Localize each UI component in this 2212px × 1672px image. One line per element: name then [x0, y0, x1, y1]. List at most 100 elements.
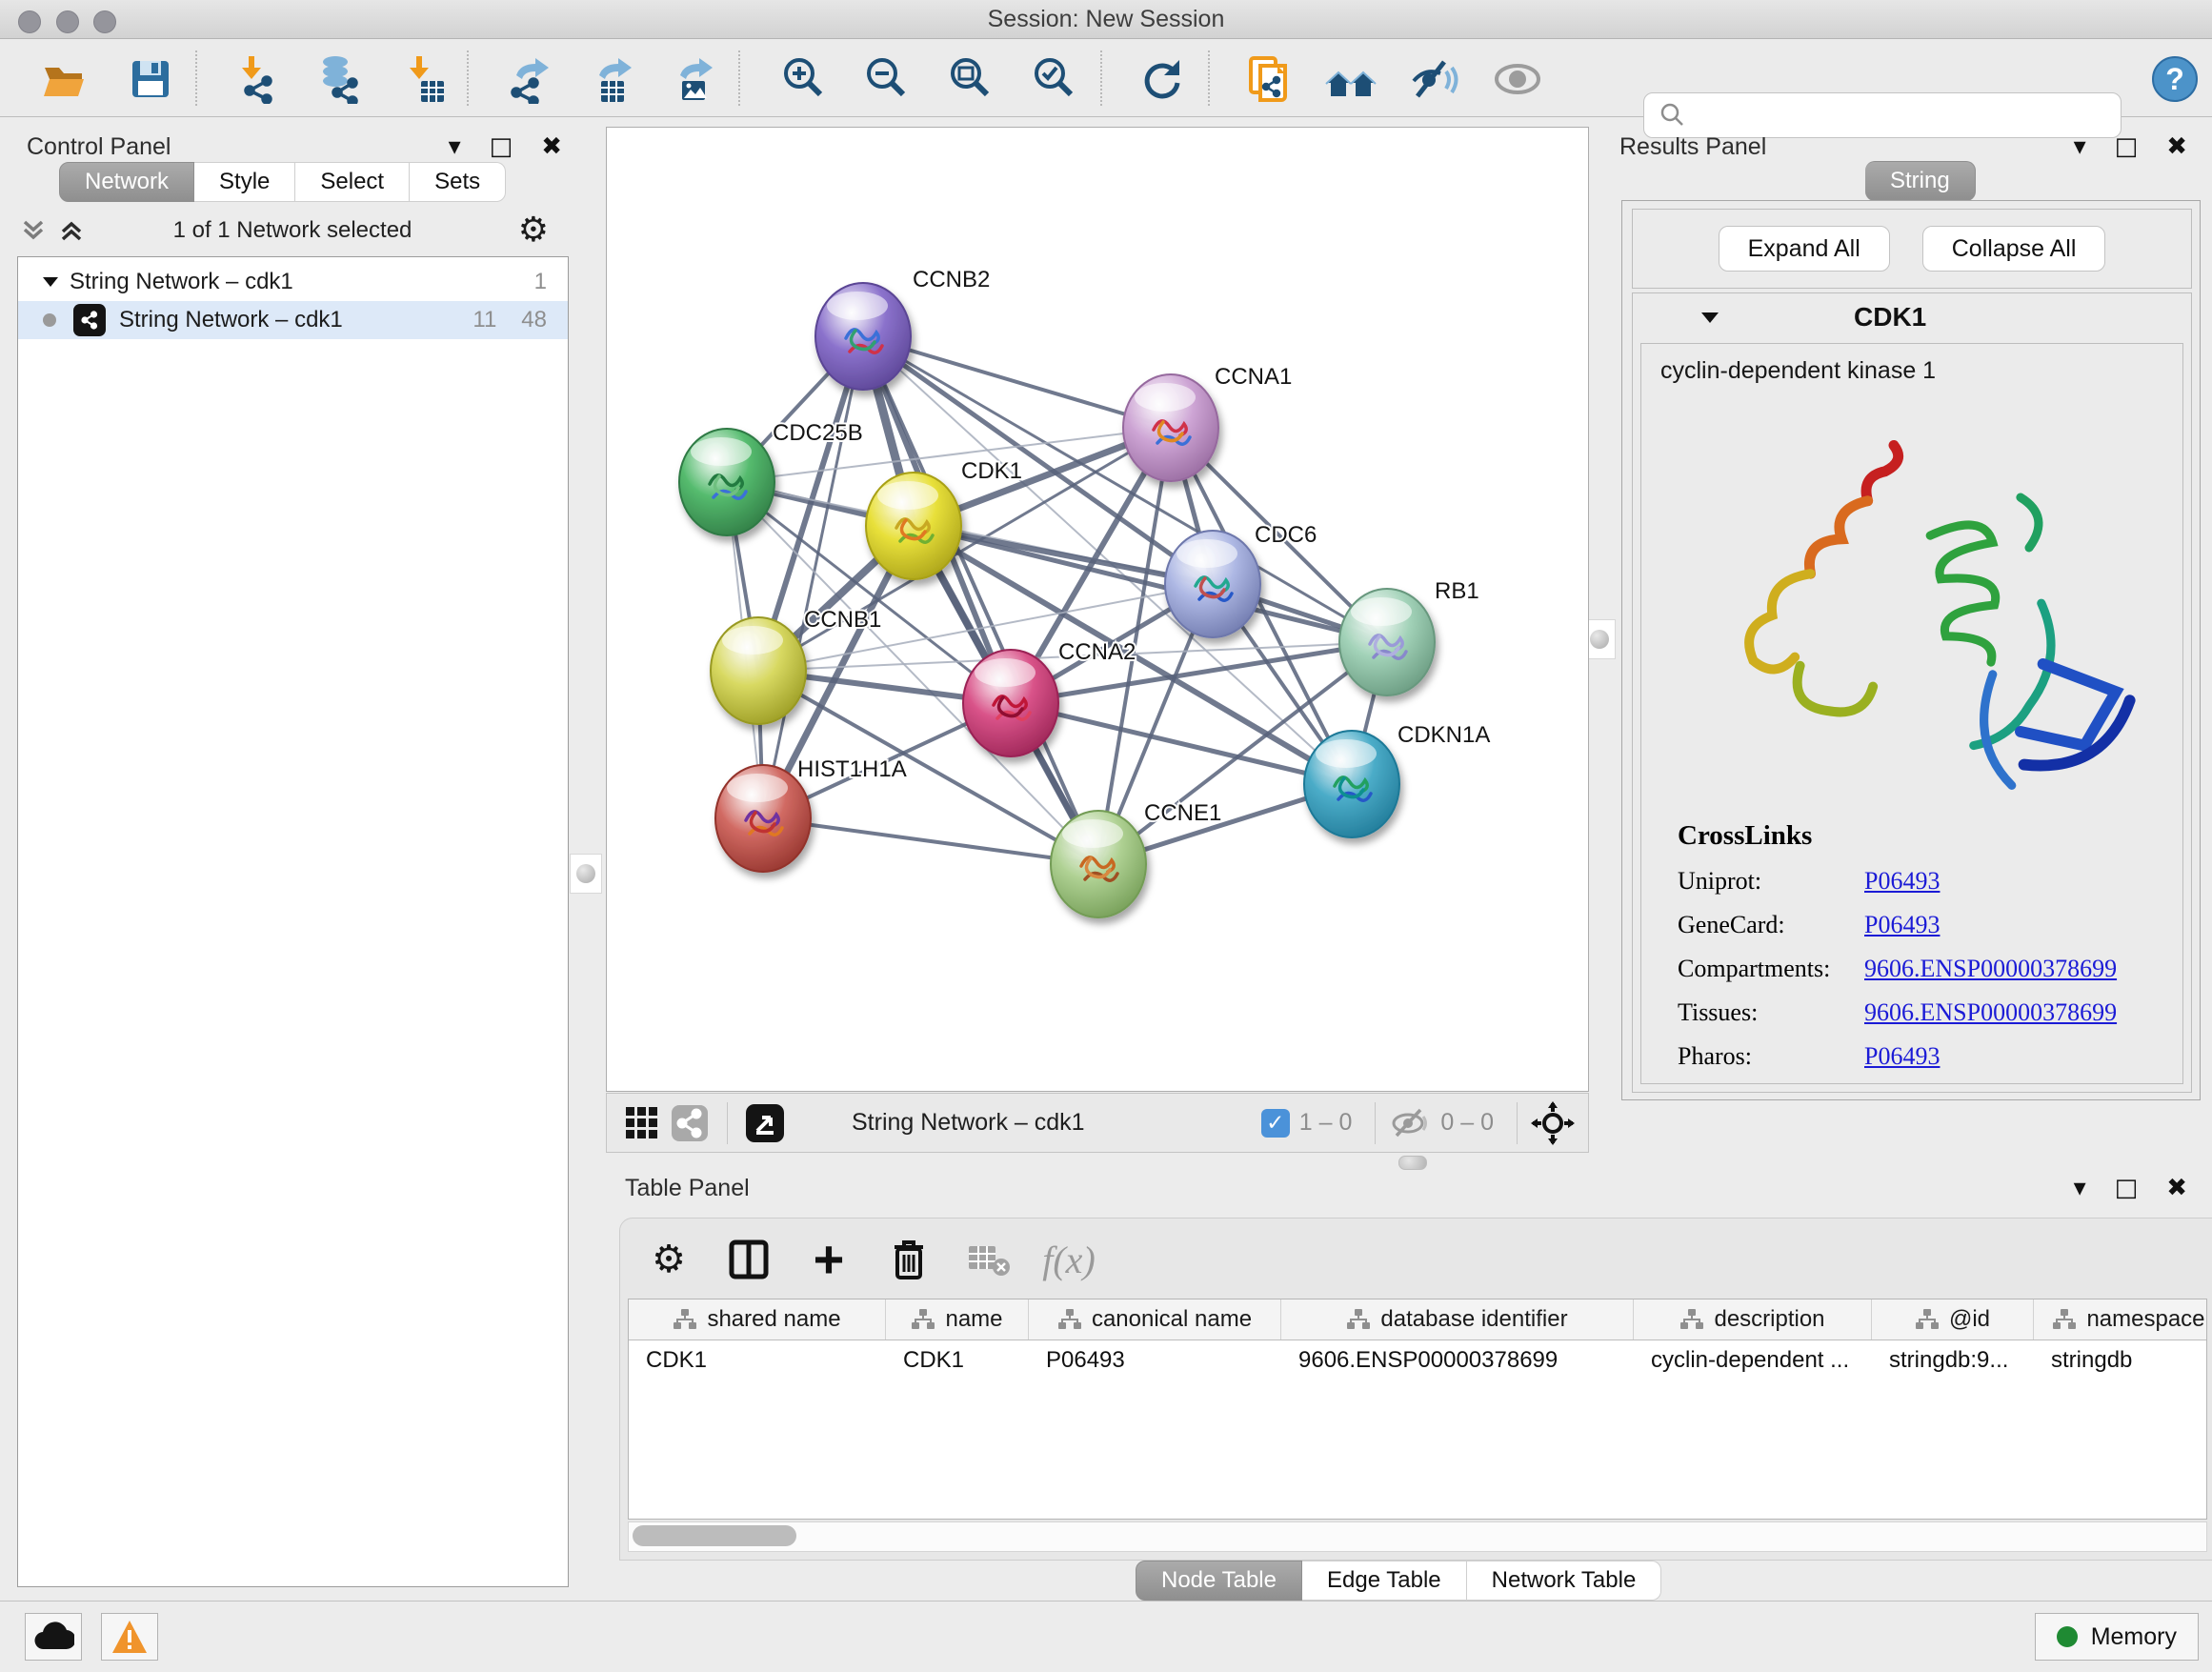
crosslink-link[interactable]: 9606.ENSP00000378699 [1864, 955, 2117, 983]
table-cell[interactable]: cyclin-dependent ... [1634, 1340, 1872, 1380]
control-panel-menu-icon[interactable]: ▾ [449, 134, 461, 159]
network-edge[interactable] [863, 336, 1098, 864]
memory-button[interactable]: Memory [2035, 1613, 2199, 1661]
control-panel-close-icon[interactable]: ✖ [541, 134, 562, 159]
table-panel-menu-icon[interactable]: ▾ [2074, 1176, 2086, 1200]
network-node-cdk1[interactable] [866, 473, 961, 579]
column-header-name[interactable]: name [886, 1299, 1029, 1340]
table-panel-close-icon[interactable]: ✖ [2166, 1176, 2187, 1200]
import-database-icon[interactable] [312, 52, 366, 106]
help-icon[interactable]: ? [2148, 52, 2202, 106]
expand-all-icon[interactable] [55, 216, 88, 245]
eye-show-icon[interactable] [1491, 52, 1544, 106]
network-edge[interactable] [1011, 703, 1352, 784]
warnings-button[interactable] [101, 1613, 158, 1661]
collapse-all-button[interactable]: Collapse All [1922, 226, 2106, 272]
network-node-ccna1[interactable] [1123, 374, 1218, 481]
table-cell[interactable]: CDK1 [629, 1340, 886, 1380]
export-table-icon[interactable] [586, 52, 639, 106]
export-image-icon[interactable] [667, 52, 720, 106]
table-cell[interactable]: CDK1 [886, 1340, 1029, 1380]
network-collection-label: String Network – cdk1 [70, 269, 293, 295]
tab-style[interactable]: Style [194, 162, 295, 202]
tab-sets[interactable]: Sets [410, 162, 506, 202]
tab-network[interactable]: Network [59, 162, 194, 202]
column-header-shared-name[interactable]: shared name [629, 1299, 886, 1340]
export-network-icon[interactable] [503, 52, 556, 106]
houses-icon[interactable] [1324, 52, 1377, 106]
column-header-description[interactable]: description [1634, 1299, 1872, 1340]
open-icon[interactable] [38, 52, 91, 106]
network-edge[interactable] [763, 818, 1098, 864]
table-hscrollbar-thumb[interactable] [633, 1525, 796, 1546]
bottom-splitter-handle[interactable] [1398, 1156, 1427, 1170]
crosslink-link[interactable]: P06493 [1864, 1042, 1940, 1071]
tab-string[interactable]: String [1865, 161, 1976, 201]
tree-expander-icon[interactable] [41, 274, 60, 290]
toolbar-separator [467, 50, 469, 106]
crosslink-link[interactable]: 9606.ENSP00000378699 [1864, 998, 2117, 1027]
zoom-selected-icon[interactable] [1027, 52, 1080, 106]
tab-edge-table[interactable]: Edge Table [1302, 1561, 1467, 1601]
crosslink-label: Compartments: [1678, 955, 1864, 983]
network-node-cdc6[interactable] [1165, 531, 1260, 637]
delete-column-icon[interactable] [885, 1236, 933, 1283]
results-panel-float-icon[interactable]: □ [2115, 134, 2139, 159]
column-header-namespace[interactable]: namespace [2034, 1299, 2207, 1340]
collapse-all-icon[interactable] [17, 216, 50, 245]
network-node-ccna2[interactable] [963, 650, 1058, 756]
network-canvas[interactable]: CCNB2CCNA1CDC25BCDK1CDC6RB1CCNB1CCNA2CDK… [606, 127, 1589, 1092]
network-node-rb1[interactable] [1339, 589, 1435, 695]
results-panel-menu-icon[interactable]: ▾ [2074, 134, 2086, 159]
table-cell[interactable]: stringdb [2034, 1340, 2207, 1380]
results-panel-close-icon[interactable]: ✖ [2166, 134, 2187, 159]
column-header-database-identifier[interactable]: database identifier [1281, 1299, 1634, 1340]
network-node-ccnb1[interactable] [711, 617, 806, 724]
zoom-fit-icon[interactable] [943, 52, 996, 106]
copy-network-icon[interactable] [1243, 52, 1297, 106]
show-columns-icon[interactable] [725, 1236, 773, 1283]
selected-count-checkbox[interactable]: ✓ [1261, 1109, 1290, 1138]
import-network-icon[interactable] [231, 52, 284, 106]
table-row[interactable]: CDK1CDK1P064939606.ENSP00000378699cyclin… [629, 1340, 2206, 1380]
network-share-view-icon[interactable] [666, 1099, 714, 1147]
cloud-button[interactable] [25, 1613, 82, 1661]
table-cell[interactable]: stringdb:9... [1872, 1340, 2034, 1380]
column-header--id[interactable]: @id [1872, 1299, 2034, 1340]
import-table-icon[interactable] [398, 52, 452, 106]
node-label-cdk1: CDK1 [961, 458, 1022, 484]
create-column-icon[interactable]: + [805, 1236, 853, 1283]
network-node-hist1h1a[interactable] [715, 765, 811, 872]
zoom-out-icon[interactable] [859, 52, 913, 106]
network-list: String Network – cdk1 1 String Network –… [17, 256, 569, 1587]
network-collection-row[interactable]: String Network – cdk1 1 [18, 263, 568, 301]
network-node-ccnb2[interactable] [815, 283, 911, 390]
network-node-cdkn1a[interactable] [1304, 731, 1399, 837]
main-toolbar: ? [0, 39, 2212, 117]
grid-view-icon[interactable] [618, 1099, 666, 1147]
tab-select[interactable]: Select [295, 162, 410, 202]
column-header-canonical-name[interactable]: canonical name [1029, 1299, 1281, 1340]
refresh-icon[interactable] [1136, 52, 1189, 106]
zoom-in-icon[interactable] [776, 52, 830, 106]
tab-node-table[interactable]: Node Table [1136, 1561, 1302, 1601]
table-options-gear-icon[interactable]: ⚙ [645, 1236, 693, 1283]
detach-view-icon[interactable] [741, 1099, 789, 1147]
crosslink-link[interactable]: P06493 [1864, 867, 1940, 896]
eye-hide-icon[interactable] [1408, 52, 1461, 106]
save-icon[interactable] [124, 52, 177, 106]
network-row[interactable]: String Network – cdk1 11 48 [18, 301, 568, 339]
table-cell[interactable]: P06493 [1029, 1340, 1281, 1380]
network-node-ccne1[interactable] [1051, 811, 1146, 917]
control-panel-float-icon[interactable]: □ [490, 134, 513, 159]
crosslink-link[interactable]: P06493 [1864, 911, 1940, 939]
birds-eye-toggle-icon[interactable] [1531, 1101, 1575, 1145]
expand-all-button[interactable]: Expand All [1719, 226, 1890, 272]
table-panel-float-icon[interactable]: □ [2115, 1176, 2139, 1200]
network-node-cdc25b[interactable] [679, 429, 774, 535]
tab-network-table[interactable]: Network Table [1467, 1561, 1662, 1601]
table-cell[interactable]: 9606.ENSP00000378699 [1281, 1340, 1634, 1380]
gene-expander-icon[interactable] [1699, 309, 1720, 326]
left-splitter-handle[interactable] [570, 854, 602, 894]
network-options-gear-icon[interactable]: ⚙ [518, 211, 549, 250]
